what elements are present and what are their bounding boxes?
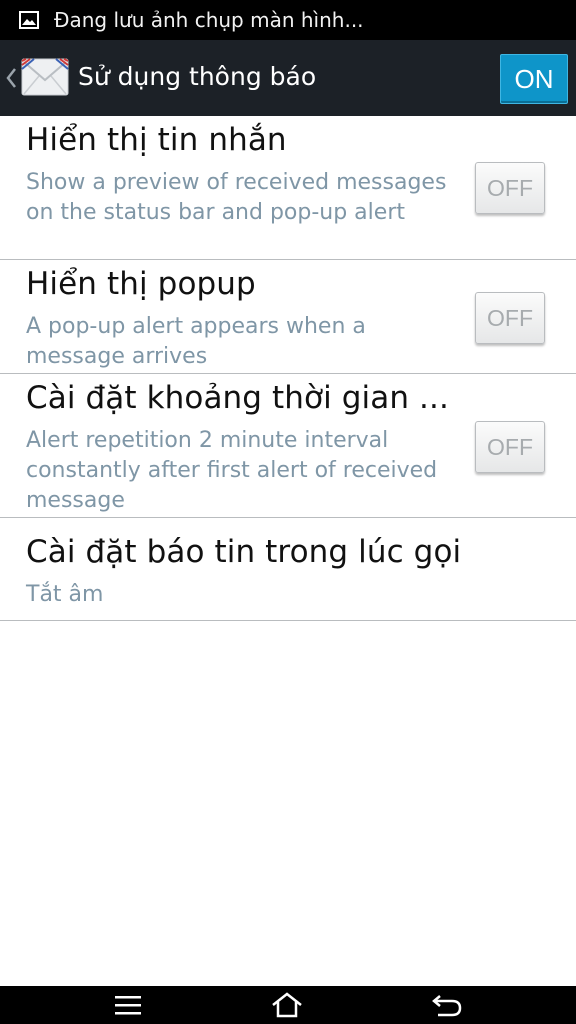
show-message-toggle[interactable]: OFF	[475, 162, 545, 214]
status-bar: Đang lưu ảnh chụp màn hình...	[0, 0, 576, 40]
setting-summary: Tắt âm	[26, 582, 104, 607]
navigation-bar	[0, 986, 576, 1024]
setting-summary: Alert repetition 2 minute interval const…	[26, 428, 438, 513]
page-title: Sử dụng thông báo	[78, 62, 317, 91]
master-on-switch[interactable]: ON	[500, 54, 568, 104]
image-icon	[18, 10, 40, 30]
home-icon[interactable]	[257, 990, 317, 1020]
show-popup-toggle[interactable]: OFF	[475, 292, 545, 344]
notification-text: Đang lưu ảnh chụp màn hình...	[54, 8, 364, 32]
setting-title: Hiển thị tin nhắn	[26, 122, 287, 158]
settings-list: Hiển thị tin nhắn Show a preview of rece…	[0, 116, 576, 621]
menu-icon[interactable]	[98, 990, 158, 1020]
setting-title: Hiển thị popup	[26, 266, 256, 302]
action-bar: Sử dụng thông báo ON	[0, 40, 576, 116]
setting-summary: Show a preview of received messages on t…	[26, 170, 447, 225]
setting-title: Cài đặt báo tin trong lúc gọi	[26, 534, 462, 570]
setting-repeat-interval[interactable]: Cài đặt khoảng thời gian ... Alert repet…	[0, 374, 576, 518]
chevron-left-icon[interactable]	[5, 67, 17, 89]
setting-show-popup[interactable]: Hiển thị popup A pop-up alert appears wh…	[0, 260, 576, 374]
setting-summary: A pop-up alert appears when a message ar…	[26, 314, 366, 369]
envelope-icon[interactable]	[20, 52, 70, 102]
repeat-interval-toggle[interactable]: OFF	[475, 421, 545, 473]
setting-in-call-alert[interactable]: Cài đặt báo tin trong lúc gọi Tắt âm	[0, 518, 576, 621]
back-arrow-icon[interactable]	[417, 990, 477, 1020]
setting-title: Cài đặt khoảng thời gian ...	[26, 380, 449, 416]
setting-show-message[interactable]: Hiển thị tin nhắn Show a preview of rece…	[0, 116, 576, 260]
